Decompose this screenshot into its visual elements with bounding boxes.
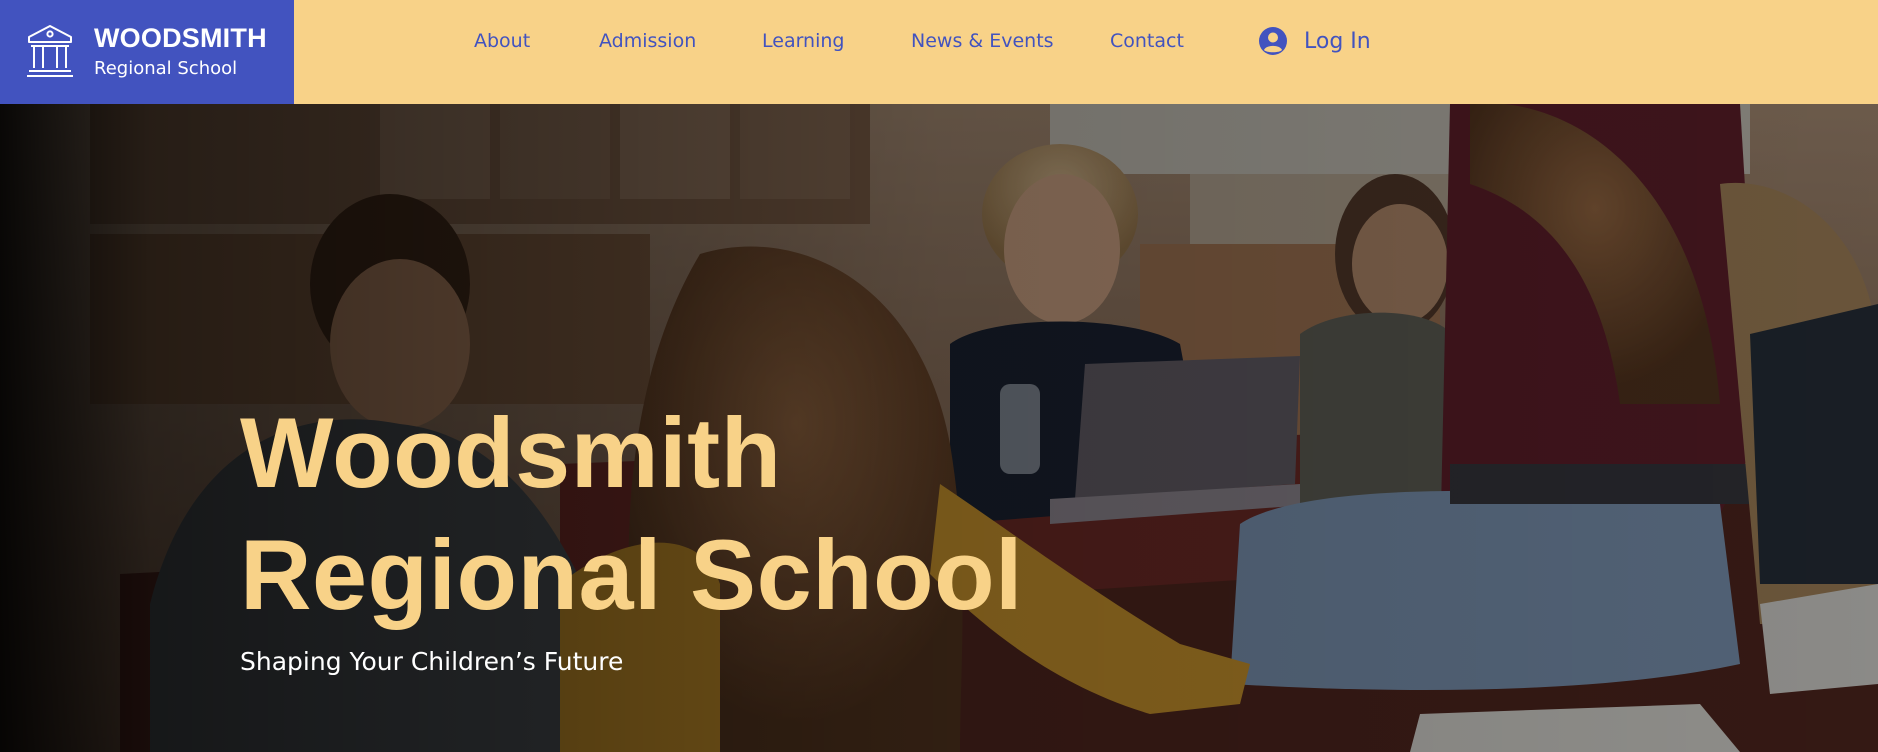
hero-title: Woodsmith Regional School — [240, 392, 1023, 636]
hero-subtitle: Shaping Your Children’s Future — [240, 647, 624, 676]
nav-item-news-events[interactable]: News & Events — [911, 30, 1054, 52]
main-nav: About Admission Learning News & Events C… — [0, 0, 1878, 86]
nav-item-admission[interactable]: Admission — [599, 30, 696, 52]
page: WOODSMITH Regional School About Admissio… — [0, 0, 1878, 752]
nav-item-learning[interactable]: Learning — [762, 30, 845, 52]
hero-section: Woodsmith Regional School Shaping Your C… — [0, 104, 1878, 752]
login-button[interactable]: Log In — [1258, 26, 1371, 56]
login-label: Log In — [1304, 28, 1371, 54]
nav-item-contact[interactable]: Contact — [1110, 30, 1184, 52]
hero-title-line2: Regional School — [240, 519, 1024, 630]
user-avatar-icon — [1259, 27, 1287, 55]
hero-title-line1: Woodsmith — [240, 397, 782, 508]
site-header: WOODSMITH Regional School About Admissio… — [0, 0, 1878, 104]
nav-item-about[interactable]: About — [474, 30, 530, 52]
